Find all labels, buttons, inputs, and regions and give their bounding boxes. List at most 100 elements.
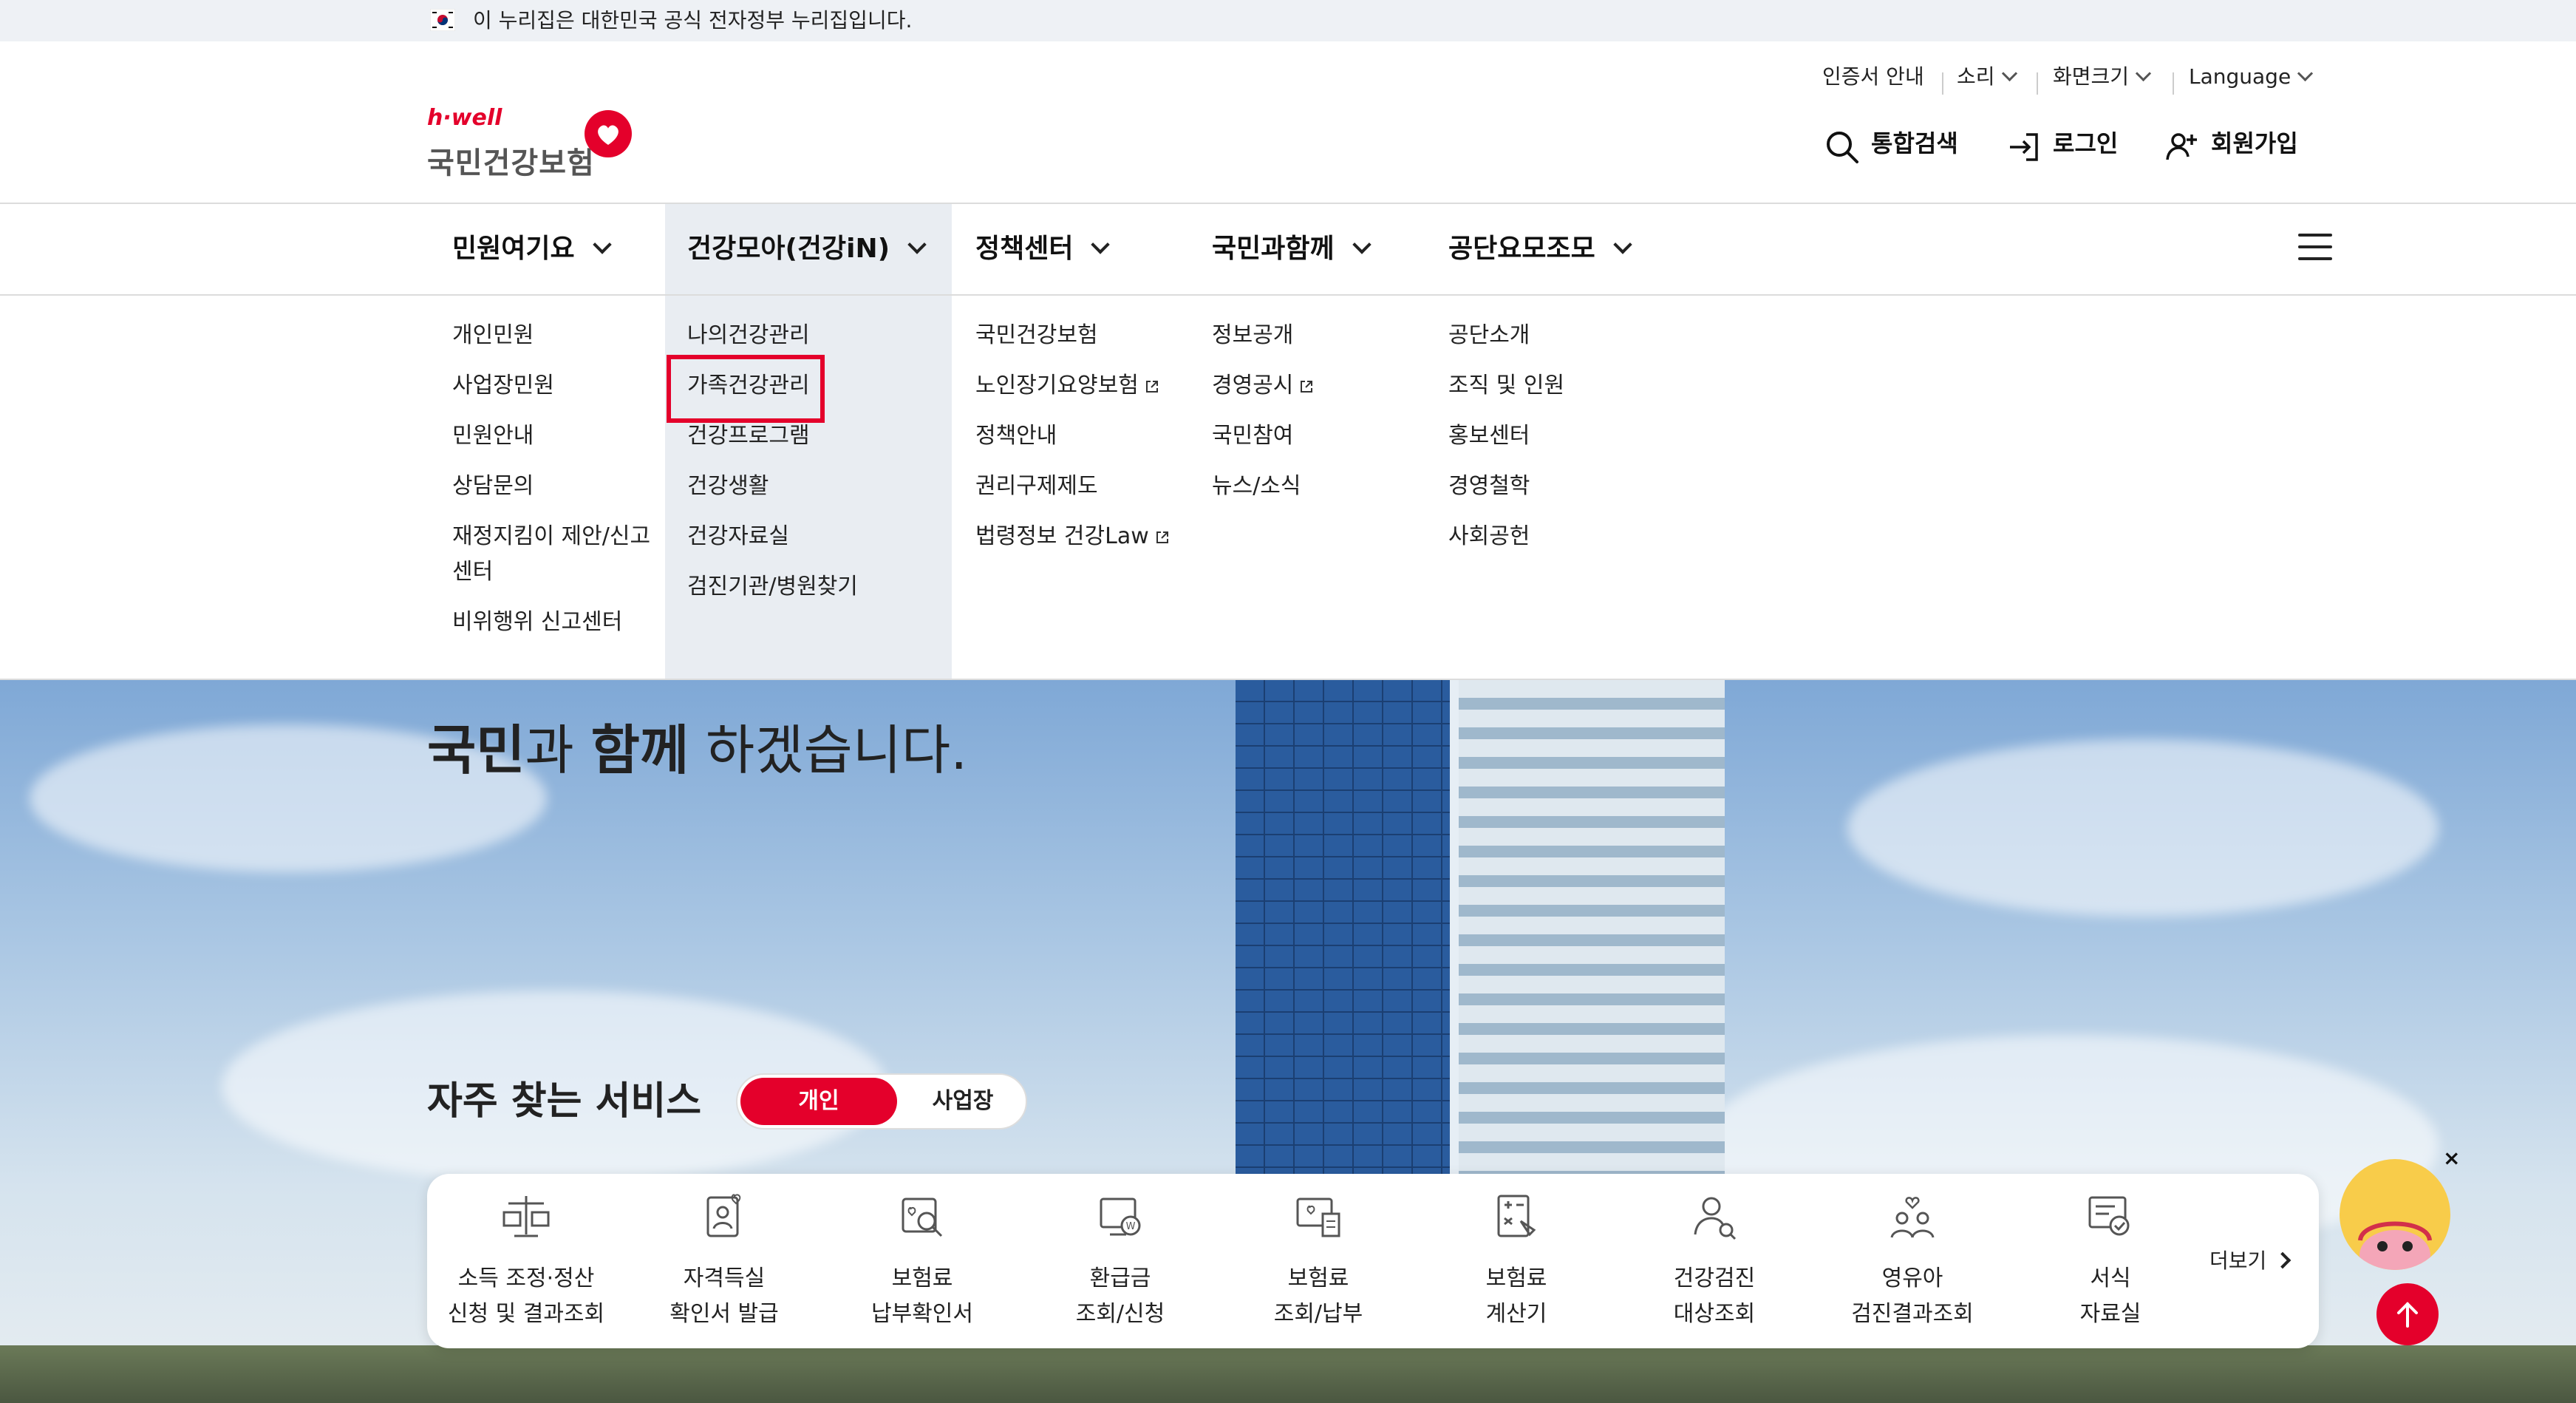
- menu-item[interactable]: 정보공개: [1212, 318, 1425, 353]
- screen-size-dropdown[interactable]: 화면크기: [2053, 55, 2152, 99]
- services-panel: 소득 조정·정산 신청 및 결과조회 자격득실 확인서 발급 보험료 납부확인서…: [427, 1174, 2319, 1348]
- login-button[interactable]: 로그인: [2007, 121, 2118, 166]
- service-refund[interactable]: W 환급금 조회/신청: [1021, 1174, 1219, 1348]
- id-card-icon: [706, 1194, 741, 1237]
- service-infant-checkup[interactable]: 영유아 검진결과조회: [1813, 1174, 2011, 1348]
- menu-item[interactable]: 조직 및 인원: [1448, 368, 1692, 404]
- highlight-box: [667, 355, 825, 423]
- login-icon: [2010, 133, 2038, 161]
- menu-item[interactable]: 정책안내: [975, 418, 1188, 454]
- person-search-icon: [1694, 1197, 1737, 1240]
- menu-item[interactable]: 재정지킴이 제안/신고 센터: [452, 519, 665, 590]
- menu-item[interactable]: 건강자료실: [687, 519, 952, 554]
- menu-item[interactable]: 검진기관/병원찾기: [687, 569, 952, 605]
- menu-item[interactable]: 사업장민원: [452, 368, 665, 404]
- menu-item[interactable]: 경영공시: [1212, 368, 1425, 404]
- heart-logo-icon: [585, 110, 632, 157]
- menu-item[interactable]: 국민건강보험: [975, 318, 1188, 353]
- integrated-search-button[interactable]: 통합검색: [1825, 121, 1958, 166]
- mega-col-about: 공단소개 조직 및 인원 홍보센터 경영철학 사회공헌: [1426, 296, 1692, 679]
- mega-col-policy: 국민건강보험 노인장기요양보험 정책안내 권리구제제도 법령정보 건강Law: [953, 296, 1188, 679]
- logo-name: 국민건강보험: [427, 146, 595, 180]
- menu-item[interactable]: 나의건강관리: [687, 318, 952, 353]
- gov-banner-text[interactable]: 이 누리집은 대한민국 공식 전자정부 누리집입니다.: [473, 4, 912, 37]
- gnb-item-health-in[interactable]: 건강모아(건강iN): [665, 204, 952, 294]
- chevron-down-icon: [2297, 65, 2314, 82]
- util-divider: [2173, 72, 2174, 95]
- menu-item[interactable]: 경영철학: [1448, 469, 1692, 504]
- gnb-item-policy[interactable]: 정책센터: [953, 204, 1188, 294]
- mega-col-health-in: 나의건강관리 가족건강관리 건강프로그램 건강생활 건강자료실 검진기관/병원찾…: [665, 296, 952, 679]
- hero-headline: 국민과 함께 하겠습니다.: [427, 719, 968, 781]
- gnb-item-about[interactable]: 공단요모조모: [1426, 204, 1692, 294]
- gnb-item-civil[interactable]: 민원여기요: [430, 204, 665, 294]
- menu-item[interactable]: 뉴스/소식: [1212, 469, 1425, 504]
- service-premium-payment[interactable]: 보험료 조회/납부: [1219, 1174, 1417, 1348]
- form-icon: [2088, 1196, 2130, 1236]
- toggle-personal[interactable]: 개인: [740, 1078, 897, 1125]
- mega-col-civil: 개인민원 사업장민원 민원안내 상담문의 재정지킴이 제안/신고 센터 비위행위 …: [430, 296, 665, 679]
- external-link-icon: [1145, 381, 1158, 393]
- nhis-logo[interactable]: h·well 국민건강보험: [427, 105, 641, 189]
- service-checkup-target[interactable]: 건강검진 대상조회: [1615, 1174, 1813, 1348]
- chevron-right-icon: [2274, 1251, 2292, 1269]
- menu-item[interactable]: 권리구제제도: [975, 469, 1188, 504]
- service-premium-receipt[interactable]: 보험료 납부확인서: [823, 1174, 1021, 1348]
- menu-item[interactable]: 공단소개: [1448, 318, 1692, 353]
- menu-item[interactable]: 노인장기요양보험: [975, 368, 1188, 404]
- service-income-adjust[interactable]: 소득 조정·정산 신청 및 결과조회: [427, 1174, 625, 1348]
- chevron-down-icon: [2135, 65, 2152, 82]
- gov-banner: 이 누리집은 대한민국 공식 전자정부 누리집입니다.: [0, 0, 2576, 41]
- menu-item[interactable]: 국민참여: [1212, 418, 1425, 454]
- menu-hamburger-icon[interactable]: [2298, 234, 2332, 263]
- mascot-character[interactable]: [2340, 1159, 2450, 1270]
- menu-item[interactable]: 건강프로그램: [687, 418, 952, 454]
- toggle-business[interactable]: 사업장: [907, 1078, 1018, 1125]
- gnb-item-with-people[interactable]: 국민과함께: [1190, 204, 1425, 294]
- document-search-icon: [902, 1198, 943, 1237]
- more-services-link[interactable]: 더보기: [2209, 1243, 2292, 1279]
- menu-item[interactable]: 민원안내: [452, 418, 665, 454]
- menu-item[interactable]: 사회공헌: [1448, 519, 1692, 554]
- search-icon: [1827, 132, 1858, 163]
- menu-item[interactable]: 법령정보 건강Law: [975, 519, 1188, 554]
- close-icon[interactable]: ×: [2443, 1147, 2460, 1169]
- menu-item[interactable]: 상담문의: [452, 469, 665, 504]
- arrow-up-icon: [2397, 1302, 2418, 1328]
- mega-col-with-people: 정보공개 경영공시 국민참여 뉴스/소식: [1190, 296, 1425, 679]
- service-qualification[interactable]: 자격득실 확인서 발급: [625, 1174, 823, 1348]
- tree-line: [0, 1345, 2576, 1403]
- cloud: [1847, 739, 2439, 917]
- sound-dropdown[interactable]: 소리: [1957, 55, 2017, 99]
- chevron-down-icon: [907, 235, 927, 254]
- util-divider: [2037, 72, 2038, 95]
- chevron-down-icon: [592, 235, 612, 254]
- korean-flag-icon: [430, 9, 455, 31]
- chevron-down-icon: [2001, 65, 2017, 82]
- signup-button[interactable]: 회원가입: [2165, 121, 2298, 166]
- external-link-icon: [1301, 381, 1313, 393]
- menu-item[interactable]: 비위행위 신고센터: [452, 605, 665, 640]
- calculator-icon: [1497, 1195, 1536, 1237]
- external-link-icon: [1156, 531, 1168, 543]
- payment-icon: [1296, 1198, 1340, 1237]
- main-navigation: 민원여기요 건강모아(건강iN) 정책센터 국민과함께 공단요모조모: [0, 204, 2576, 296]
- service-type-toggle: 개인 사업장: [736, 1073, 1027, 1129]
- language-dropdown[interactable]: Language: [2189, 55, 2314, 99]
- scroll-to-top-button[interactable]: [2376, 1283, 2439, 1345]
- refund-icon: W: [1100, 1198, 1141, 1236]
- site-header: 인증서 안내 소리 화면크기 Language h·well 국민건강보험 통합…: [0, 41, 2576, 204]
- cert-guide-link[interactable]: 인증서 안내: [1822, 55, 1924, 99]
- add-user-icon: [2166, 133, 2197, 160]
- mascot-icon: [2358, 1221, 2432, 1270]
- service-premium-calculator[interactable]: 보험료 계산기: [1417, 1174, 1615, 1348]
- service-forms[interactable]: 서식 자료실: [2011, 1174, 2209, 1348]
- menu-item[interactable]: 건강생활: [687, 469, 952, 504]
- logo-brand: h·well: [427, 105, 502, 131]
- menu-item[interactable]: 개인민원: [452, 318, 665, 353]
- scale-icon: [502, 1196, 550, 1237]
- chevron-down-icon: [1352, 235, 1372, 254]
- menu-item[interactable]: 홍보센터: [1448, 418, 1692, 454]
- util-divider: [1942, 72, 1943, 95]
- mega-menu: 개인민원 사업장민원 민원안내 상담문의 재정지킴이 제안/신고 센터 비위행위 …: [0, 296, 2576, 680]
